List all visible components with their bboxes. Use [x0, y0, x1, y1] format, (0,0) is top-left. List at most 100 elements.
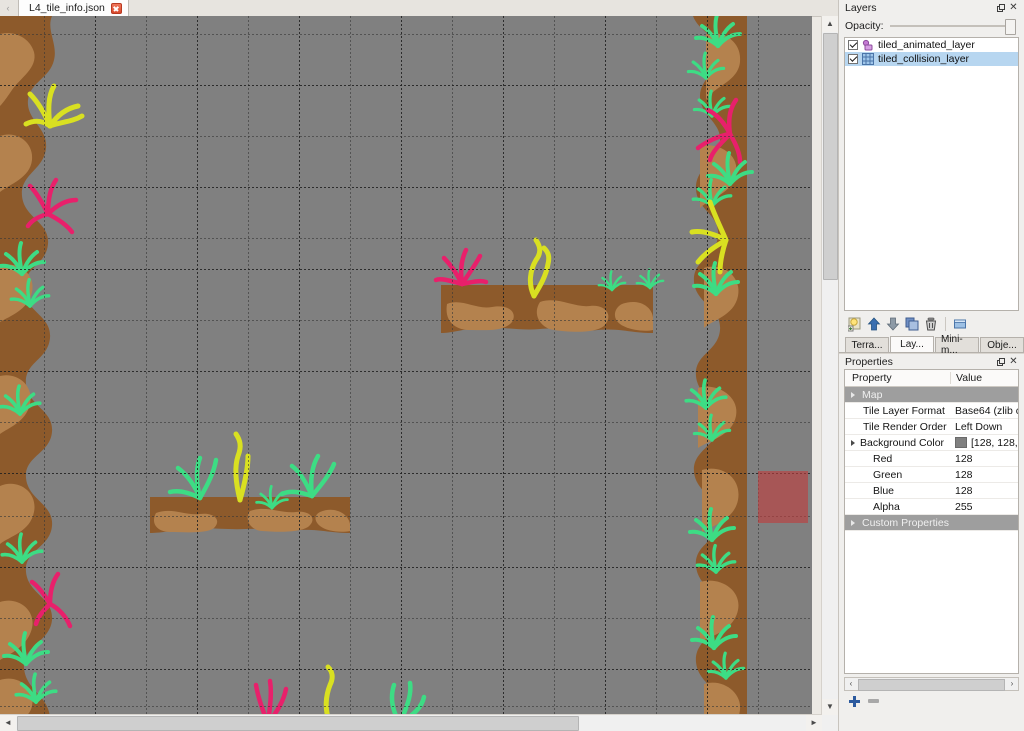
list-item[interactable]: tiled_animated_layer [845, 38, 1018, 52]
row-value-cell[interactable]: [128, 128, 1... [950, 437, 1018, 449]
row-value-cell[interactable]: 128 [950, 469, 1018, 481]
layer-visibility-checkbox[interactable] [848, 40, 858, 50]
document-tab-bar: ‹ L4_tile_info.json [0, 0, 838, 17]
canvas-horizontal-scrollbar[interactable]: ◄ ► [0, 714, 822, 731]
object-layer-icon [862, 39, 874, 51]
layer-name: tiled_collision_layer [878, 53, 970, 65]
map-canvas[interactable] [0, 16, 812, 723]
tab-terrains[interactable]: Terra... [845, 337, 889, 352]
row-property-cell: Blue [845, 485, 950, 497]
properties-panel-title: Properties [845, 355, 893, 368]
properties-panel-title-bar: Properties ✕ [839, 353, 1024, 369]
property-name: Background Color [860, 436, 945, 449]
arrow-down-icon[interactable] [885, 316, 901, 332]
layer-opacity-row: Opacity: [839, 15, 1024, 37]
expand-triangle-icon[interactable] [851, 391, 855, 398]
property-name: Alpha [873, 500, 900, 513]
layer-toolbar [839, 311, 1024, 335]
opacity-slider-handle[interactable] [1005, 19, 1016, 35]
tab-label: Terra... [851, 339, 883, 351]
expand-triangle-icon[interactable] [851, 519, 855, 526]
row-value-cell[interactable]: Left Down [950, 421, 1018, 433]
scroll-down-button[interactable]: ▼ [822, 699, 838, 715]
properties-table[interactable]: Property Value Map Tile Layer Format Bas… [844, 369, 1019, 674]
row-property-cell: Alpha [845, 501, 950, 513]
property-name: Tile Layer Format [863, 404, 945, 417]
toolbar-separator [945, 317, 946, 331]
tile-layer-icon [862, 53, 874, 65]
row-property-cell: Background Color [845, 437, 950, 449]
horizontal-scroll-thumb[interactable] [17, 716, 579, 731]
properties-icon[interactable] [952, 316, 968, 332]
table-row[interactable]: Custom Properties [845, 515, 1018, 531]
row-property-cell: Custom Properties [845, 517, 950, 529]
canvas-vertical-scrollbar[interactable]: ▲ ▼ [821, 16, 838, 715]
tab-layers[interactable]: Lay... [890, 336, 934, 352]
property-name: Tile Render Order [863, 420, 947, 433]
row-property-cell: Green [845, 469, 950, 481]
scroll-right-button[interactable]: ► [806, 715, 822, 731]
scroll-left-button[interactable]: ‹ [845, 678, 857, 690]
scrollbar-corner [822, 715, 838, 731]
tab-label: Mini-m... [941, 334, 963, 356]
scroll-right-button[interactable]: › [1006, 678, 1018, 690]
properties-horizontal-scrollbar[interactable]: ‹ › [844, 677, 1019, 691]
property-name: Custom Properties [862, 516, 949, 529]
trash-icon[interactable] [923, 316, 939, 332]
new-layer-icon[interactable] [847, 316, 863, 332]
table-row[interactable]: Red 128 [845, 451, 1018, 467]
scroll-up-button[interactable]: ▲ [822, 16, 838, 32]
table-row[interactable]: Green 128 [845, 467, 1018, 483]
color-value-text: [128, 128, 1... [971, 436, 1018, 449]
close-icon[interactable]: ✕ [1007, 355, 1020, 368]
opacity-label: Opacity: [845, 20, 884, 32]
table-row[interactable]: Tile Render Order Left Down [845, 419, 1018, 435]
close-icon[interactable] [110, 2, 122, 14]
tile-selection-highlight[interactable] [758, 471, 808, 523]
document-tab[interactable]: L4_tile_info.json [18, 0, 129, 16]
tab-scroll-left-icon[interactable]: ‹ [2, 2, 14, 14]
property-name: Blue [873, 484, 895, 497]
map-tile-artwork [0, 16, 754, 723]
plus-icon[interactable] [849, 695, 860, 707]
properties-toolbar [839, 691, 1024, 711]
table-row[interactable]: Tile Layer Format Base64 (zlib co... [845, 403, 1018, 419]
row-value-cell[interactable]: 128 [950, 485, 1018, 497]
property-name: Green [873, 468, 903, 481]
row-value-cell[interactable]: 128 [950, 453, 1018, 465]
layers-panel-title-bar: Layers ✕ [839, 0, 1024, 15]
property-name: Map [862, 388, 883, 401]
row-property-cell: Map [845, 389, 950, 401]
row-property-cell: Tile Render Order [845, 421, 950, 433]
vertical-scroll-thumb[interactable] [823, 33, 838, 280]
duplicate-icon[interactable] [904, 316, 920, 332]
expand-triangle-icon[interactable] [851, 439, 855, 446]
color-swatch[interactable] [955, 437, 967, 448]
float-icon[interactable] [994, 355, 1007, 368]
tab-objects[interactable]: Obje... [980, 337, 1024, 352]
scroll-left-button[interactable]: ◄ [0, 715, 16, 731]
tab-label: Lay... [900, 339, 924, 350]
properties-scroll-thumb[interactable] [858, 679, 1005, 691]
layers-panel-title: Layers [845, 1, 877, 14]
table-row[interactable]: Blue 128 [845, 483, 1018, 499]
close-icon[interactable]: ✕ [1007, 1, 1020, 14]
list-item[interactable]: tiled_collision_layer [845, 52, 1018, 66]
float-icon[interactable] [994, 1, 1007, 14]
table-row[interactable]: Background Color [128, 128, 1... [845, 435, 1018, 451]
layer-visibility-checkbox[interactable] [848, 54, 858, 64]
property-name: Red [873, 452, 893, 465]
opacity-slider[interactable] [889, 19, 1017, 35]
tab-label: Obje... [987, 339, 1017, 351]
row-value-cell[interactable]: Base64 (zlib co... [950, 405, 1018, 417]
layer-list[interactable]: tiled_animated_layer tiled_collision_lay… [844, 37, 1019, 311]
arrow-up-icon[interactable] [866, 316, 882, 332]
table-row[interactable]: Alpha 255 [845, 499, 1018, 515]
document-tab-label: L4_tile_info.json [29, 2, 105, 14]
map-canvas-area: ▲ ▼ ◄ ► [0, 16, 838, 731]
table-row[interactable]: Map [845, 387, 1018, 403]
row-property-cell: Red [845, 453, 950, 465]
row-value-cell[interactable]: 255 [950, 501, 1018, 513]
tab-minimap[interactable]: Mini-m... [935, 334, 979, 356]
minus-icon[interactable] [868, 699, 879, 703]
